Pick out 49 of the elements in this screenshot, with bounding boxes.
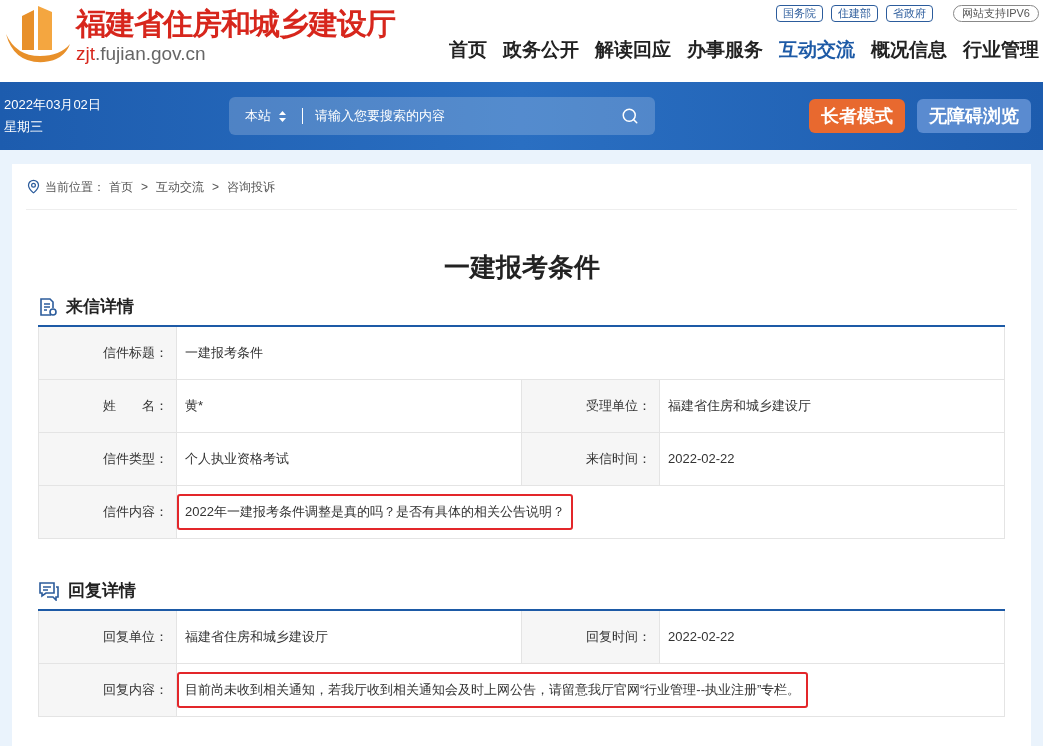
- field-label: 回复时间：: [522, 611, 660, 663]
- scope-select[interactable]: 本站: [244, 106, 271, 126]
- section-title: 来信详情: [66, 296, 134, 319]
- sort-arrows-icon: [278, 110, 286, 122]
- field-value: 2022-02-22: [668, 450, 735, 469]
- search-icon[interactable]: [620, 107, 639, 125]
- field-label: 信件内容：: [39, 486, 177, 538]
- breadcrumb-link[interactable]: 首页: [109, 177, 133, 196]
- field-value: 福建省住房和城乡建设厅: [185, 628, 328, 647]
- field-value: 黄*: [185, 397, 204, 416]
- search-bar[interactable]: 本站 请输入您要搜索的内容: [228, 97, 655, 135]
- breadcrumb-separator: >: [212, 178, 220, 196]
- nav-tab[interactable]: 行业管理: [963, 36, 1039, 65]
- search-input[interactable]: 请输入您要搜索的内容: [314, 106, 621, 126]
- nav-tab[interactable]: 互动交流: [779, 36, 855, 65]
- field-value: 2022-02-22: [668, 628, 735, 647]
- field-label: 信件类型：: [39, 433, 177, 485]
- nav-tab[interactable]: 首页: [449, 36, 487, 65]
- nav-tab[interactable]: 解读回应: [595, 36, 671, 65]
- breadcrumb-link[interactable]: 咨询投诉: [227, 177, 276, 196]
- date-text: 2022年03月02日: [4, 96, 102, 114]
- site-title: 福建省住房和城乡建设厅: [76, 5, 395, 43]
- field-label: 回复内容：: [39, 664, 177, 716]
- document-icon: [38, 297, 58, 317]
- section-title: 回复详情: [68, 580, 136, 603]
- field-label: 姓 名：: [39, 380, 177, 432]
- weekday-text: 星期三: [4, 118, 44, 136]
- field-label: 信件标题：: [39, 327, 177, 379]
- chat-icon: [38, 581, 60, 601]
- top-link[interactable]: 省政府: [886, 5, 934, 22]
- top-link[interactable]: 住建部: [831, 5, 879, 22]
- field-label: 来信时间：: [522, 433, 660, 485]
- site-domain: zjt.fujian.gov.cn: [76, 43, 207, 65]
- breadcrumb-separator: >: [141, 178, 148, 196]
- field-value: 2022年一建报考条件调整是真的吗？是否有具体的相关公告说明？: [177, 494, 573, 530]
- breadcrumb-label: 当前位置：: [45, 178, 105, 196]
- top-link[interactable]: 国务院: [776, 5, 824, 22]
- nav-tab[interactable]: 政务公开: [503, 36, 579, 65]
- nav-tab[interactable]: 办事服务: [687, 36, 763, 65]
- field-label: 回复单位：: [39, 611, 177, 663]
- breadcrumb-link[interactable]: 互动交流: [156, 177, 204, 196]
- nav-tab[interactable]: 概况信息: [871, 36, 947, 65]
- field-value: 目前尚未收到相关通知，若我厅收到相关通知会及时上网公告，请留意我厅官网“行业管理--执业注册”专栏。: [177, 672, 809, 708]
- location-icon: [26, 179, 41, 194]
- field-value: 一建报考条件: [185, 344, 263, 363]
- field-label: 受理单位：: [522, 380, 660, 432]
- field-value: 福建省住房和城乡建设厅: [668, 397, 811, 416]
- field-value: 个人执业资格考试: [185, 450, 289, 469]
- page-title: 一建报考条件: [443, 251, 600, 284]
